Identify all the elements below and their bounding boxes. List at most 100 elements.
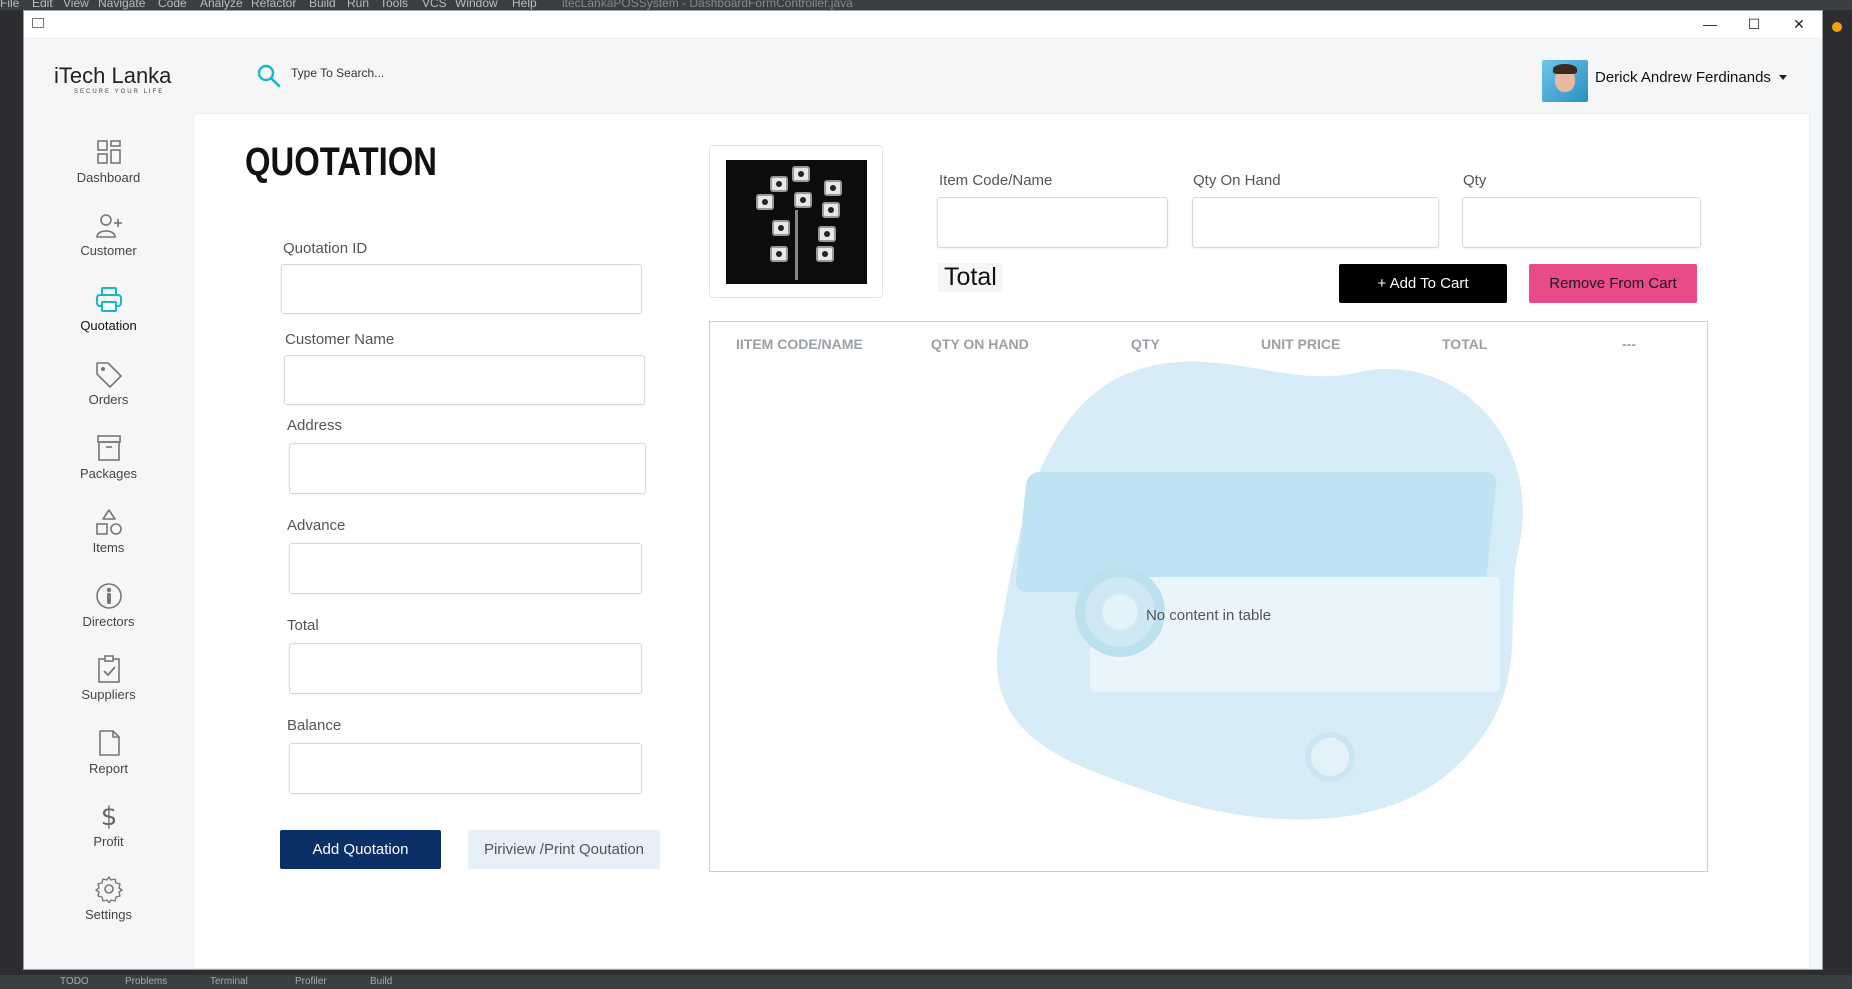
shapes-icon xyxy=(95,509,122,535)
balance-label: Balance xyxy=(287,717,342,734)
minimize-button[interactable]: — xyxy=(1687,11,1733,37)
ide-window-title: itecLankaPOSSystem - DashboardFormContro… xyxy=(562,0,853,10)
balance-input[interactable] xyxy=(289,743,642,794)
ide-project-panel xyxy=(0,10,24,975)
maximize-button[interactable]: ☐ xyxy=(1731,11,1777,37)
column-header-actions[interactable]: --- xyxy=(1622,336,1636,352)
sidebar-item-suppliers[interactable]: Suppliers xyxy=(24,655,193,717)
add-user-icon xyxy=(95,214,122,238)
person-icon xyxy=(95,583,122,609)
close-button[interactable]: ✕ xyxy=(1776,11,1822,37)
sidebar-item-label: Suppliers xyxy=(81,687,136,702)
print-quotation-button[interactable]: Piriview /Print Qoutation xyxy=(468,830,660,869)
sidebar-item-quotation[interactable]: Quotation xyxy=(24,286,193,348)
total-input[interactable] xyxy=(289,643,642,694)
user-name[interactable]: Derick Andrew Ferdinands xyxy=(1595,69,1771,86)
cart-total-label: Total xyxy=(938,263,1003,292)
ide-menu-code[interactable]: Code xyxy=(158,0,187,10)
ide-menu-analyze[interactable]: Analyze xyxy=(200,0,243,10)
total-label: Total xyxy=(287,617,319,634)
ide-menu-file[interactable]: File xyxy=(0,0,19,10)
address-label: Address xyxy=(287,417,343,434)
search-input[interactable]: Type To Search... xyxy=(291,66,384,80)
ide-tab-problems[interactable]: Problems xyxy=(125,976,167,987)
window-titlebar[interactable]: — ☐ ✕ xyxy=(24,11,1822,37)
ide-tab-todo[interactable]: TODO xyxy=(60,976,89,987)
ide-menu-refactor[interactable]: Refactor xyxy=(251,0,296,10)
ide-menu-navigate[interactable]: Navigate xyxy=(98,0,145,10)
sidebar-item-packages[interactable]: Packages xyxy=(24,434,193,496)
empty-table-message: No content in table xyxy=(1145,607,1272,624)
ide-menu-build[interactable]: Build xyxy=(309,0,336,10)
column-header-total[interactable]: TOTAL xyxy=(1442,336,1487,352)
ide-menu-run[interactable]: Run xyxy=(347,0,369,10)
customer-name-select[interactable] xyxy=(284,355,645,405)
avatar-hair xyxy=(1553,64,1577,74)
ide-tab-profiler[interactable]: Profiler xyxy=(295,976,327,987)
ide-menu-view[interactable]: View xyxy=(63,0,89,10)
sidebar-item-label: Items xyxy=(92,540,125,555)
notification-icon[interactable] xyxy=(1832,22,1842,32)
sidebar-item-profit[interactable]: $ Profit xyxy=(24,802,193,864)
sidebar-item-settings[interactable]: Settings xyxy=(24,875,193,937)
tag-icon xyxy=(95,362,122,388)
logo-tagline: SECURE YOUR LIFE xyxy=(74,89,165,95)
document-icon xyxy=(98,730,120,756)
ide-menu-tools[interactable]: Tools xyxy=(380,0,408,10)
sidebar-item-label: Customer xyxy=(80,243,137,258)
ide-menu-help[interactable]: Help xyxy=(512,0,537,10)
ide-tab-terminal[interactable]: Terminal xyxy=(210,976,248,987)
cart-table[interactable]: IITEM CODE/NAME QTY ON HAND QTY UNIT PRI… xyxy=(709,321,1708,872)
sidebar-item-label: Settings xyxy=(85,907,132,922)
advance-input[interactable] xyxy=(289,543,642,594)
sidebar-item-report[interactable]: Report xyxy=(24,729,193,791)
column-header-qty[interactable]: QTY xyxy=(1131,336,1160,352)
qty-input[interactable] xyxy=(1462,197,1701,248)
add-to-cart-button[interactable]: + Add To Cart xyxy=(1339,264,1507,303)
column-header-unit-price[interactable]: UNIT PRICE xyxy=(1261,336,1340,352)
sidebar-item-label: Packages xyxy=(79,466,138,481)
page-title: QUOTATION xyxy=(245,140,437,184)
address-select[interactable] xyxy=(289,443,646,494)
sidebar-item-orders[interactable]: Orders xyxy=(24,360,193,422)
avatar[interactable] xyxy=(1542,60,1588,102)
advance-label: Advance xyxy=(287,517,346,534)
logo: iTech Lanka SECURE YOUR LIFE xyxy=(54,63,194,103)
ide-menu-edit[interactable]: Edit xyxy=(32,0,53,10)
printer-icon xyxy=(95,287,122,312)
ide-right-gutter xyxy=(1822,10,1852,975)
qty-on-hand-input[interactable] xyxy=(1192,197,1439,248)
item-code-select[interactable] xyxy=(937,197,1168,248)
ide-menu-vcs[interactable]: VCS xyxy=(422,0,447,10)
sidebar-item-customer[interactable]: Customer xyxy=(24,213,193,275)
sidebar-item-label: Quotation xyxy=(80,318,137,333)
svg-text:$: $ xyxy=(100,802,117,830)
add-quotation-button[interactable]: Add Quotation xyxy=(280,830,441,869)
sidebar-item-label: Report xyxy=(88,761,129,776)
sidebar-item-label: Directors xyxy=(82,614,135,629)
ide-tab-build[interactable]: Build xyxy=(370,976,392,987)
column-header-qty-on-hand[interactable]: QTY ON HAND xyxy=(931,336,1029,352)
sidebar-item-items[interactable]: Items xyxy=(24,508,193,570)
item-code-label: Item Code/Name xyxy=(939,172,1053,189)
app-icon xyxy=(32,18,44,28)
sidebar-item-directors[interactable]: Directors xyxy=(24,582,193,644)
logo-text: iTech Lanka xyxy=(54,63,172,88)
chevron-down-icon[interactable] xyxy=(1779,75,1787,80)
dashboard-icon xyxy=(96,140,121,164)
sidebar-item-dashboard[interactable]: Dashboard xyxy=(24,138,193,200)
qty-label: Qty xyxy=(1463,172,1487,189)
quotation-id-input[interactable] xyxy=(281,264,642,314)
quotation-id-label: Quotation ID xyxy=(283,240,368,257)
customer-name-label: Customer Name xyxy=(285,331,395,348)
sidebar-item-label: Profit xyxy=(93,834,124,849)
column-header-item-code[interactable]: IITEM CODE/NAME xyxy=(736,336,863,352)
remove-from-cart-button[interactable]: Remove From Cart xyxy=(1529,264,1697,303)
ide-menu-window[interactable]: Window xyxy=(455,0,498,10)
ide-menubar: File Edit View Navigate Code Analyze Ref… xyxy=(0,0,1852,10)
search-icon[interactable] xyxy=(256,63,282,89)
sidebar-item-label: Dashboard xyxy=(76,170,141,185)
cctv-cameras-image xyxy=(726,160,867,284)
qty-on-hand-label: Qty On Hand xyxy=(1193,172,1281,189)
gear-icon xyxy=(94,876,123,903)
